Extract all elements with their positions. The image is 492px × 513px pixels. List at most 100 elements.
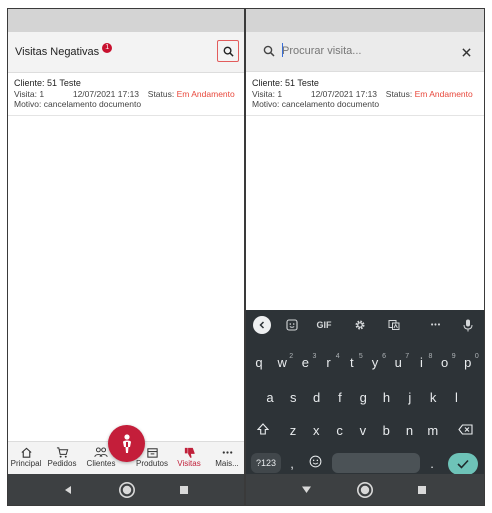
search-box bbox=[254, 37, 444, 65]
key-c[interactable]: c bbox=[331, 422, 349, 440]
keyboard-more-button[interactable]: ••• bbox=[426, 317, 446, 333]
backspace-key[interactable] bbox=[454, 422, 476, 440]
enter-key[interactable] bbox=[448, 453, 478, 475]
system-recents-button[interactable] bbox=[410, 474, 434, 505]
nav-label-clientes: Clientes bbox=[86, 459, 116, 468]
key-b[interactable]: b bbox=[377, 422, 395, 440]
system-back-button[interactable] bbox=[56, 474, 80, 505]
key-d[interactable]: d bbox=[308, 389, 326, 407]
search-input[interactable] bbox=[282, 43, 432, 59]
nav-item-principal[interactable]: Principal bbox=[10, 445, 42, 468]
key-n[interactable]: n bbox=[401, 422, 419, 440]
people-icon bbox=[94, 446, 108, 457]
nav-label-mais: Mais... bbox=[215, 459, 239, 468]
key-x[interactable]: x bbox=[307, 422, 325, 440]
period-key[interactable]: . bbox=[426, 455, 438, 473]
nav-item-visitas[interactable]: Visitas bbox=[172, 445, 206, 468]
voice-input-button[interactable] bbox=[458, 317, 478, 333]
key-z[interactable]: z bbox=[284, 422, 302, 440]
key-hint-9: 9 bbox=[451, 353, 456, 360]
key-p[interactable]: p0 bbox=[459, 353, 479, 372]
clear-search-button[interactable] bbox=[458, 44, 474, 60]
sticker-button[interactable] bbox=[282, 317, 302, 333]
keyboard-hide-button[interactable] bbox=[294, 474, 318, 505]
visit-datetime: 12/07/2021 17:13 bbox=[310, 89, 378, 99]
translate-icon bbox=[388, 320, 400, 330]
visit-status-label: Status: bbox=[385, 89, 413, 99]
nav-label-pedidos: Pedidos bbox=[47, 459, 77, 468]
nav-item-pedidos[interactable]: Pedidos bbox=[46, 445, 78, 468]
key-y[interactable]: y6 bbox=[366, 353, 386, 372]
key-f[interactable]: f bbox=[331, 389, 349, 407]
shift-key[interactable] bbox=[253, 422, 273, 440]
key-t[interactable]: t5 bbox=[343, 353, 363, 372]
key-v[interactable]: v bbox=[354, 422, 372, 440]
status-bar bbox=[8, 9, 244, 32]
key-w[interactable]: w2 bbox=[273, 353, 293, 372]
back-triangle-icon bbox=[65, 485, 71, 494]
key-q[interactable]: q bbox=[250, 354, 268, 372]
comma-key[interactable]: , bbox=[286, 455, 298, 473]
system-recents-button[interactable] bbox=[172, 474, 196, 505]
keyboard-toolbar: GIF ••• bbox=[246, 310, 484, 340]
key-hint-0: 0 bbox=[474, 353, 479, 360]
notification-badge: 1 bbox=[102, 43, 113, 53]
sticker-icon bbox=[286, 319, 298, 331]
chevron-down-icon bbox=[301, 486, 311, 493]
person-icon bbox=[122, 433, 131, 453]
backspace-icon bbox=[457, 424, 473, 435]
nav-item-mais[interactable]: Mais... bbox=[212, 445, 242, 468]
right-phone-screen: Cliente: 51 Teste Visita: 1 12/07/2021 1… bbox=[245, 8, 485, 506]
thumbs-down-icon bbox=[184, 447, 195, 458]
key-hint-3: 3 bbox=[312, 353, 317, 360]
key-s[interactable]: s bbox=[284, 389, 302, 407]
page-title: Visitas Negativas bbox=[15, 46, 100, 58]
keyboard-settings-button[interactable] bbox=[350, 317, 370, 333]
key-o[interactable]: o9 bbox=[436, 353, 456, 372]
key-a[interactable]: a bbox=[261, 389, 279, 407]
key-u[interactable]: u7 bbox=[389, 353, 410, 372]
visit-list-item[interactable]: Cliente: 51 Teste Visita: 1 12/07/2021 1… bbox=[8, 75, 244, 116]
key-r[interactable]: r4 bbox=[320, 353, 339, 372]
symbols-key[interactable]: ?123 bbox=[251, 453, 281, 473]
gif-button[interactable]: GIF bbox=[314, 317, 334, 333]
recents-square-icon bbox=[418, 485, 426, 494]
checkmark-icon bbox=[457, 459, 469, 469]
system-home-button[interactable] bbox=[353, 474, 377, 505]
key-l[interactable]: l bbox=[447, 389, 465, 407]
text-cursor bbox=[282, 43, 283, 57]
left-phone-screen: Visitas Negativas 1 Cliente: 51 Teste Vi… bbox=[7, 8, 245, 506]
shift-icon bbox=[256, 423, 270, 435]
settings-icon bbox=[355, 320, 365, 330]
keyboard-back-button[interactable] bbox=[253, 316, 271, 334]
search-button[interactable] bbox=[217, 40, 239, 62]
space-key[interactable] bbox=[332, 453, 420, 473]
translate-button[interactable] bbox=[384, 317, 404, 333]
search-icon bbox=[263, 45, 275, 57]
close-icon bbox=[461, 47, 471, 57]
visit-list-item[interactable]: Cliente: 51 Teste Visita: 1 12/07/2021 1… bbox=[246, 75, 484, 116]
visit-number: Visita: 1 bbox=[252, 89, 283, 99]
key-i[interactable]: i8 bbox=[412, 353, 432, 372]
system-navigation-bar bbox=[8, 474, 244, 505]
more-icon bbox=[222, 450, 232, 454]
status-bar bbox=[246, 9, 484, 32]
app-header: Visitas Negativas 1 bbox=[8, 32, 244, 73]
cart-icon bbox=[56, 446, 68, 458]
key-hint-8: 8 bbox=[428, 353, 433, 360]
key-e[interactable]: e3 bbox=[296, 353, 317, 372]
key-k[interactable]: k bbox=[424, 389, 442, 407]
key-h[interactable]: h bbox=[378, 389, 396, 407]
key-j[interactable]: j bbox=[401, 389, 419, 407]
system-home-button[interactable] bbox=[115, 474, 139, 505]
emoji-key[interactable] bbox=[306, 455, 324, 473]
system-navigation-bar bbox=[246, 474, 484, 505]
home-icon bbox=[20, 447, 32, 458]
visit-datetime: 12/07/2021 17:13 bbox=[72, 89, 140, 99]
key-m[interactable]: m bbox=[424, 422, 442, 440]
emoji-icon bbox=[309, 455, 321, 468]
new-visit-fab[interactable] bbox=[108, 425, 145, 462]
visit-reason: Motivo: cancelamento documento bbox=[252, 99, 380, 109]
key-g[interactable]: g bbox=[354, 389, 372, 407]
visit-status-value: Em Andamento bbox=[176, 89, 235, 99]
